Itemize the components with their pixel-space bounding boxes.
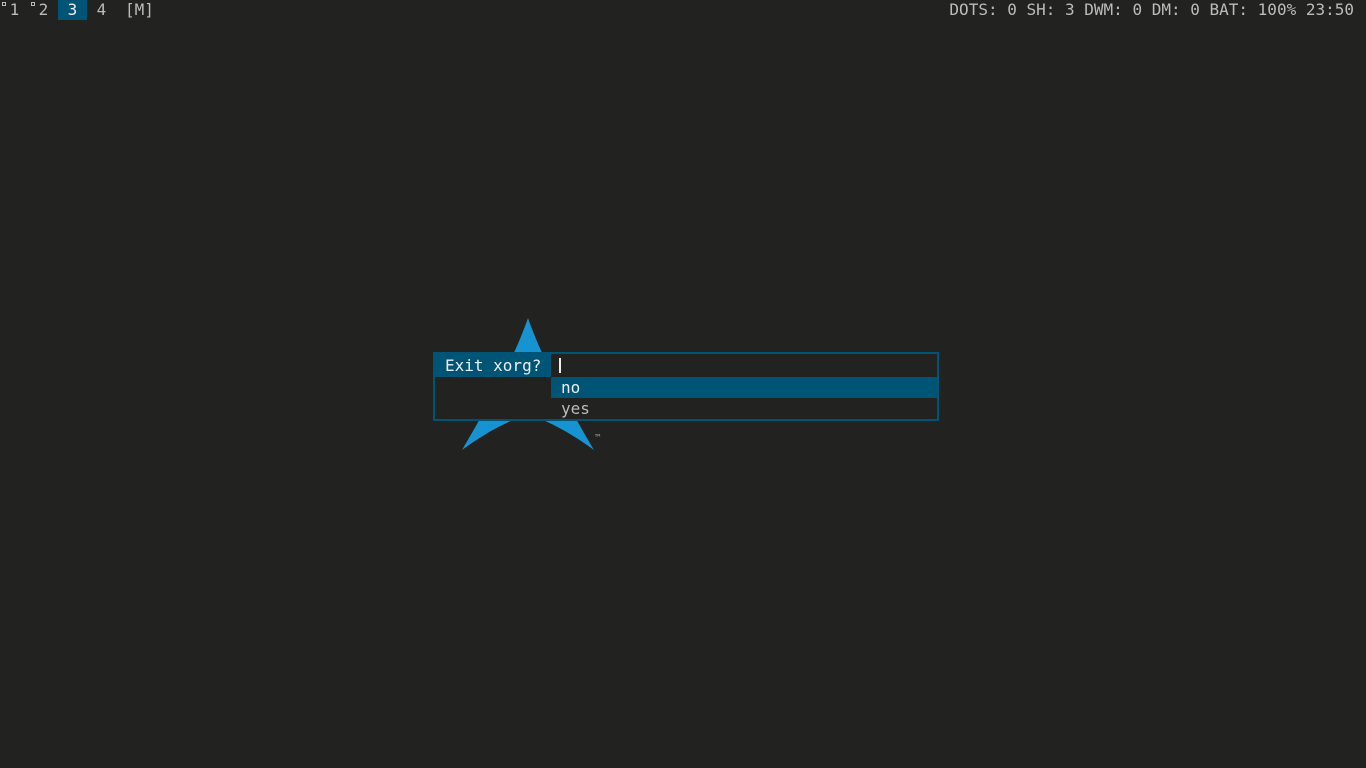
- status-bar: 1 2 3 4 [M] DOTS: 0 SH: 3 DWM: 0 DM: 0 B…: [0, 0, 1366, 20]
- occupied-indicator-icon: [31, 2, 35, 6]
- tag-label: 2: [38, 0, 49, 19]
- tag-label: 4: [96, 0, 107, 19]
- tag-label: 3: [67, 0, 78, 19]
- tag-3[interactable]: 3: [58, 0, 87, 20]
- occupied-indicator-icon: [2, 2, 6, 6]
- layout-symbol[interactable]: [M]: [125, 0, 154, 20]
- prompt-row: Exit xorg?: [435, 354, 937, 377]
- prompt-label: Exit xorg?: [435, 354, 551, 377]
- exit-prompt-dialog: Exit xorg? no yes: [433, 352, 939, 421]
- tag-list: 1 2 3 4 [M]: [0, 0, 154, 20]
- prompt-input[interactable]: [551, 354, 937, 377]
- text-cursor: [559, 358, 561, 373]
- tag-4[interactable]: 4: [87, 0, 116, 20]
- option-yes[interactable]: yes: [551, 398, 937, 419]
- tag-label: 1: [9, 0, 20, 19]
- option-list: no yes: [551, 377, 937, 419]
- status-text: DOTS: 0 SH: 3 DWM: 0 DM: 0 BAT: 100% 23:…: [949, 0, 1354, 19]
- option-no[interactable]: no: [551, 377, 937, 398]
- trademark-symbol: ™: [594, 433, 602, 442]
- tag-1[interactable]: 1: [0, 0, 29, 20]
- tag-2[interactable]: 2: [29, 0, 58, 20]
